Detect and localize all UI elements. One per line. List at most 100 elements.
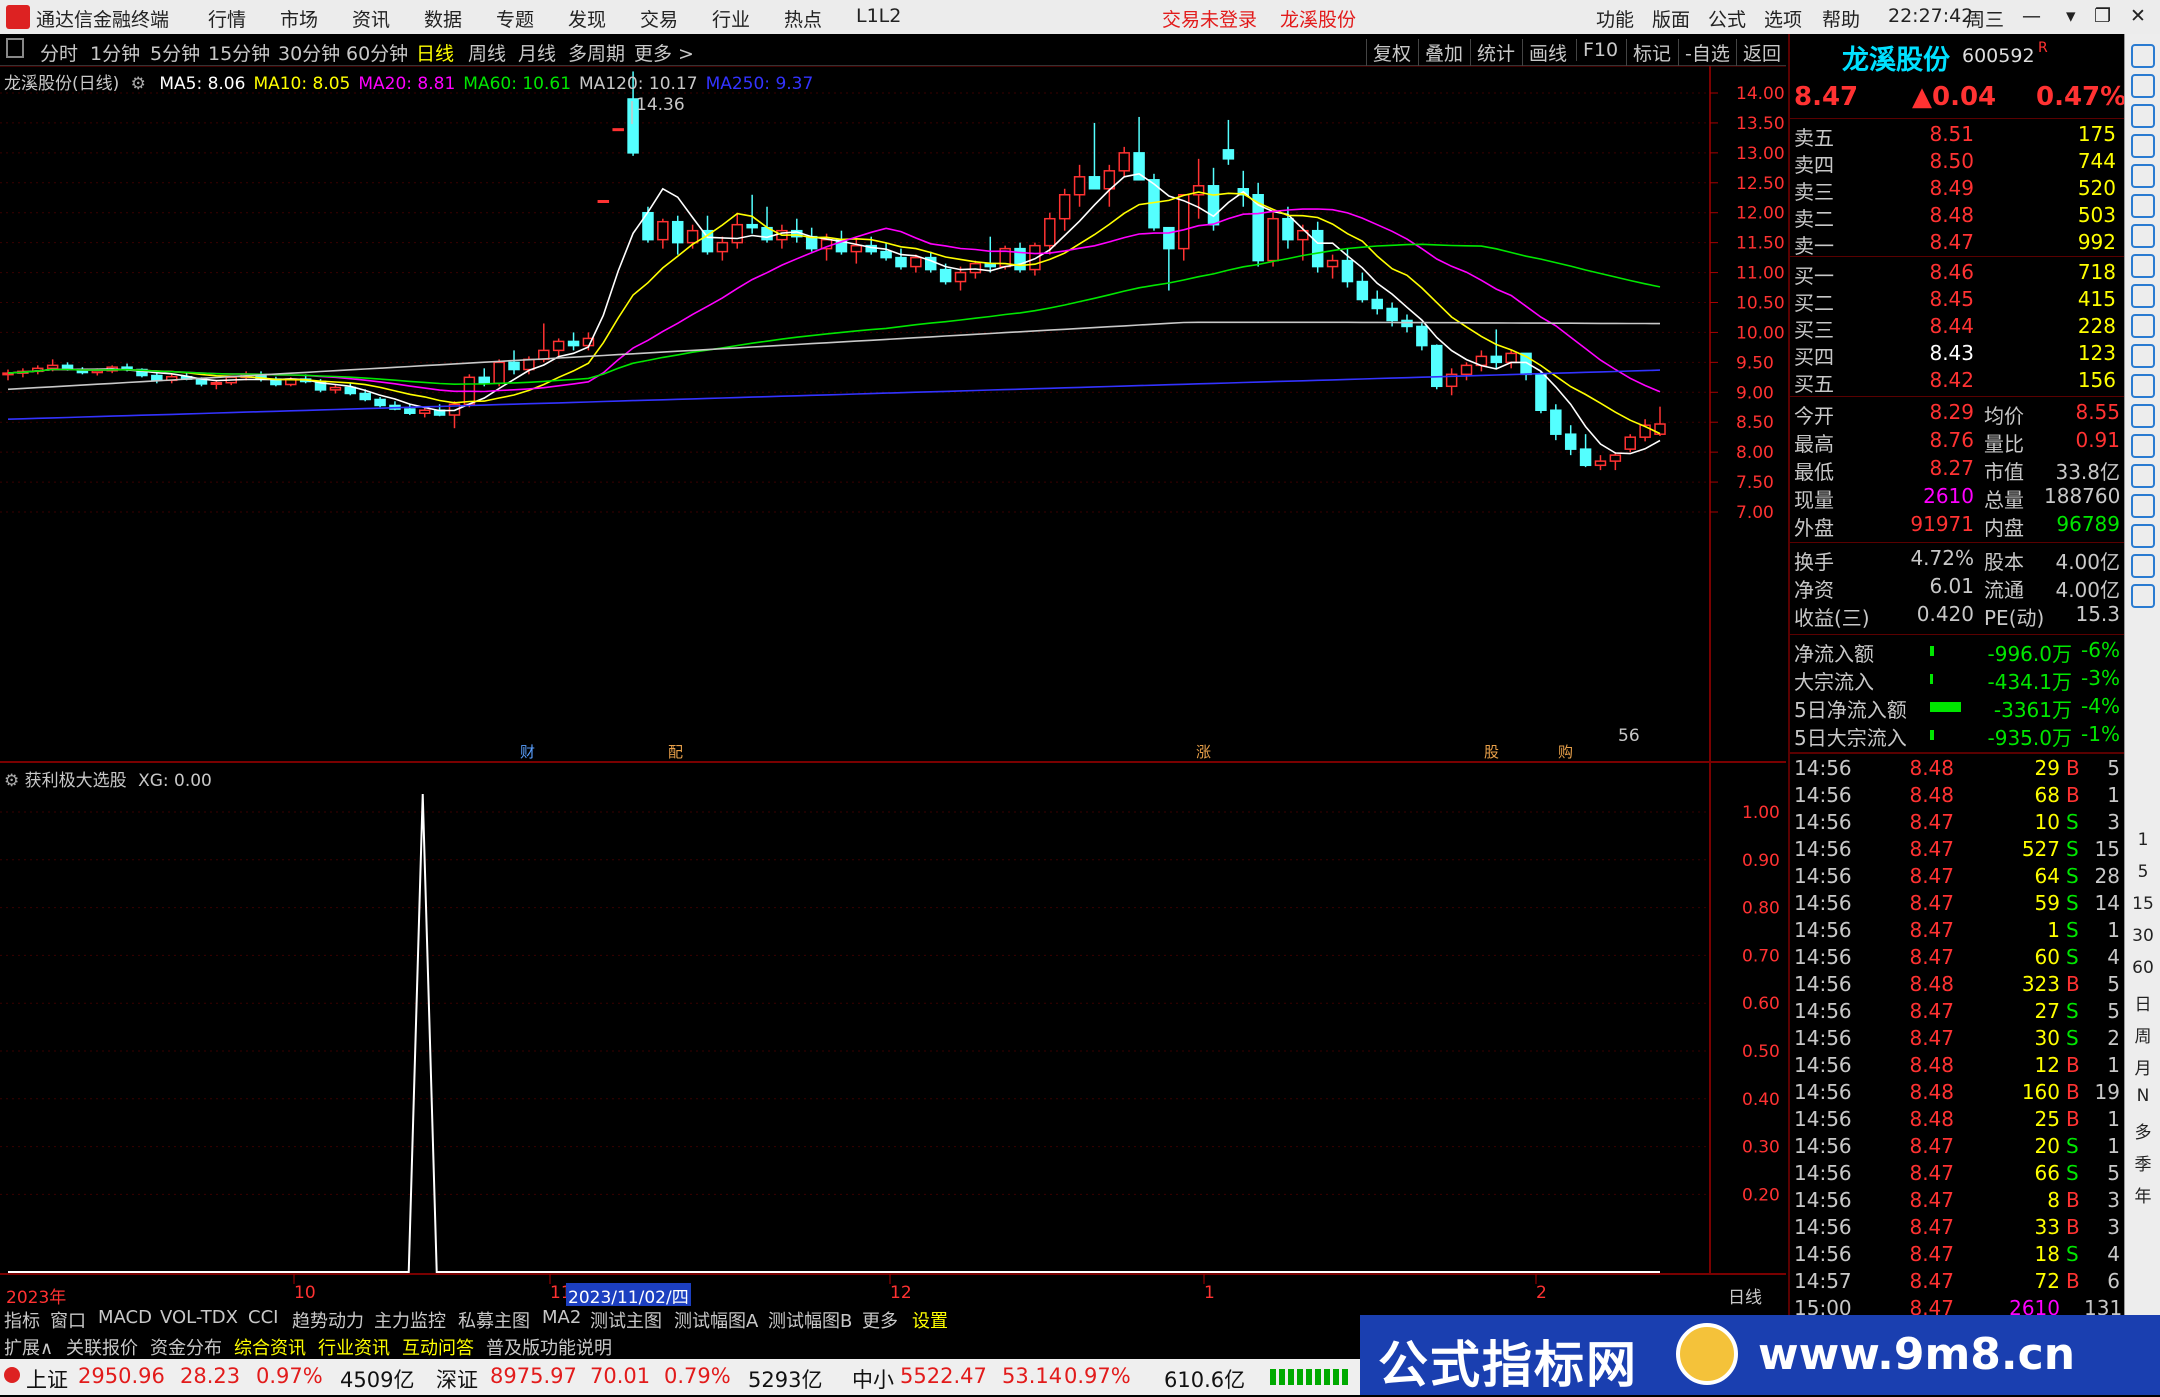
tab-industry-news[interactable]: 行业资讯 xyxy=(318,1334,390,1360)
tab-more[interactable]: 更多 xyxy=(862,1307,898,1333)
menu-help[interactable]: 帮助 xyxy=(1822,5,1860,32)
kline-chart[interactable]: 14.00 13.50 13.00 12.50 12.00 11.50 11.00 10.50… xyxy=(0,66,1786,1288)
panel-toggle-icon[interactable] xyxy=(6,38,24,58)
menu-item[interactable]: 热点 xyxy=(784,5,822,32)
menu-item[interactable]: 资讯 xyxy=(352,5,390,32)
mark-button[interactable]: 标记 xyxy=(1626,39,1671,66)
chart-area[interactable]: 14.00 13.50 13.00 12.50 12.00 11.50 11.00 10.50… xyxy=(0,66,1786,1308)
tab-ma2[interactable]: MA2 xyxy=(542,1307,581,1328)
period-shortcut[interactable]: 5 xyxy=(2125,862,2160,882)
tab-fund-dist[interactable]: 资金分布 xyxy=(150,1334,222,1360)
back-button[interactable]: 返回 xyxy=(1736,39,1781,66)
menu-function[interactable]: 功能 xyxy=(1596,5,1634,32)
draw-button[interactable]: 画线 xyxy=(1522,39,1567,66)
menu-item[interactable]: L1L2 xyxy=(856,5,901,27)
period-shortcut[interactable]: 日 xyxy=(2125,990,2160,1015)
menu-item[interactable]: 市场 xyxy=(280,5,318,32)
indicator-settings-icon[interactable]: ⚙ xyxy=(4,771,19,791)
tab-vol[interactable]: VOL-TDX xyxy=(160,1307,238,1328)
index-name[interactable]: 中小 xyxy=(852,1364,894,1394)
fs-icon[interactable] xyxy=(2131,554,2155,578)
period-tab[interactable]: 1分钟 xyxy=(90,39,140,66)
tab-main-monitor[interactable]: 主力监控 xyxy=(374,1307,446,1333)
minimize-icon[interactable]: — xyxy=(2022,5,2041,27)
tab-guide[interactable]: 普及版功能说明 xyxy=(486,1334,612,1360)
period-tab[interactable]: 30分钟 xyxy=(278,39,340,66)
remove-watchlist-button[interactable]: -自选 xyxy=(1678,39,1730,66)
menu-options[interactable]: 选项 xyxy=(1764,5,1802,32)
period-tab[interactable]: 分时 xyxy=(40,39,78,66)
tab-private[interactable]: 私募主图 xyxy=(458,1307,530,1333)
period-shortcut[interactable]: N xyxy=(2125,1086,2160,1106)
tab-news[interactable]: 综合资讯 xyxy=(234,1334,306,1360)
index-name[interactable]: 上证 xyxy=(26,1364,68,1394)
period-shortcut[interactable]: 周 xyxy=(2125,1022,2160,1047)
menu-formula[interactable]: 公式 xyxy=(1708,5,1746,32)
period-tab[interactable]: 5分钟 xyxy=(150,39,200,66)
tab-test-main[interactable]: 测试主图 xyxy=(590,1307,662,1333)
menu-item[interactable]: 交易 xyxy=(640,5,678,32)
chart-icon[interactable] xyxy=(2131,164,2155,188)
f10-icon[interactable] xyxy=(2131,314,2155,338)
down-icon[interactable] xyxy=(2131,104,2155,128)
tab-test-a[interactable]: 测试幅图A xyxy=(674,1307,758,1333)
block-icon[interactable] xyxy=(2131,584,2155,608)
menu-item[interactable]: 行业 xyxy=(712,5,750,32)
rsi-icon[interactable] xyxy=(2131,464,2155,488)
restore-icon[interactable]: ❐ xyxy=(2094,5,2111,27)
tab-macd[interactable]: MACD xyxy=(98,1307,152,1328)
menu-item[interactable]: 数据 xyxy=(424,5,462,32)
options-icon[interactable]: ▾ xyxy=(2066,5,2076,27)
tab-related[interactable]: 关联报价 xyxy=(66,1334,138,1360)
tab-qa[interactable]: 互动问答 xyxy=(402,1334,474,1360)
tick-side: S xyxy=(2066,999,2079,1023)
tab-trend[interactable]: 趋势动力 xyxy=(292,1307,364,1333)
period-shortcut[interactable]: 15 xyxy=(2125,894,2160,914)
menu-item[interactable]: 专题 xyxy=(496,5,534,32)
close-icon[interactable]: ✕ xyxy=(2130,5,2146,27)
tab-window[interactable]: 窗口 xyxy=(50,1307,86,1333)
period-tab[interactable]: 60分钟 xyxy=(346,39,408,66)
list2-icon[interactable] xyxy=(2131,374,2155,398)
tab-settings[interactable]: 设置 xyxy=(912,1307,948,1333)
period-tab-active[interactable]: 日线 xyxy=(416,39,454,66)
up-arrow-icon[interactable] xyxy=(2131,44,2155,68)
overlay-button[interactable]: 叠加 xyxy=(1418,39,1463,66)
f10-button[interactable]: F10 xyxy=(1576,39,1618,61)
tab-test-b[interactable]: 测试幅图B xyxy=(768,1307,852,1333)
list-icon[interactable] xyxy=(2131,194,2155,218)
period-tab[interactable]: 多周期 xyxy=(568,39,625,66)
tab-cci[interactable]: CCI xyxy=(248,1307,278,1328)
circle-icon[interactable] xyxy=(2131,434,2155,458)
up-icon[interactable] xyxy=(2131,74,2155,98)
period-shortcut[interactable]: 60 xyxy=(2125,958,2160,978)
period-shortcut[interactable]: 年 xyxy=(2125,1182,2160,1207)
period-shortcut[interactable]: 季 xyxy=(2125,1150,2160,1175)
period-shortcut[interactable]: 1 xyxy=(2125,830,2160,850)
settings-icon[interactable]: ⚙ xyxy=(131,74,146,94)
book-icon[interactable] xyxy=(2131,134,2155,158)
period-shortcut[interactable]: 月 xyxy=(2125,1054,2160,1079)
stats-button[interactable]: 统计 xyxy=(1470,39,1515,66)
candle-icon[interactable] xyxy=(2131,254,2155,278)
f2-icon[interactable] xyxy=(2131,404,2155,428)
table-icon[interactable] xyxy=(2131,284,2155,308)
menu-layout[interactable]: 版面 xyxy=(1652,5,1690,32)
index-name[interactable]: 深证 xyxy=(436,1364,478,1394)
period-tab[interactable]: 周线 xyxy=(468,39,506,66)
trade-status[interactable]: 交易未登录 xyxy=(1162,5,1257,32)
period-tab[interactable]: 月线 xyxy=(518,39,556,66)
trend-icon[interactable] xyxy=(2131,224,2155,248)
adjust-button[interactable]: 复权 xyxy=(1366,39,1411,66)
tab-indicator[interactable]: 指标 xyxy=(4,1307,40,1333)
period-tab[interactable]: 15分钟 xyxy=(208,39,270,66)
pen-icon[interactable] xyxy=(2131,524,2155,548)
grid-icon[interactable] xyxy=(2131,344,2155,368)
menu-item[interactable]: 行情 xyxy=(208,5,246,32)
period-shortcut[interactable]: 30 xyxy=(2125,926,2160,946)
move-icon[interactable] xyxy=(2131,494,2155,518)
menu-item[interactable]: 发现 xyxy=(568,5,606,32)
period-shortcut[interactable]: 多 xyxy=(2125,1118,2160,1143)
more-periods[interactable]: 更多 > xyxy=(634,39,694,66)
tab-expand[interactable]: 扩展∧ xyxy=(4,1334,53,1360)
